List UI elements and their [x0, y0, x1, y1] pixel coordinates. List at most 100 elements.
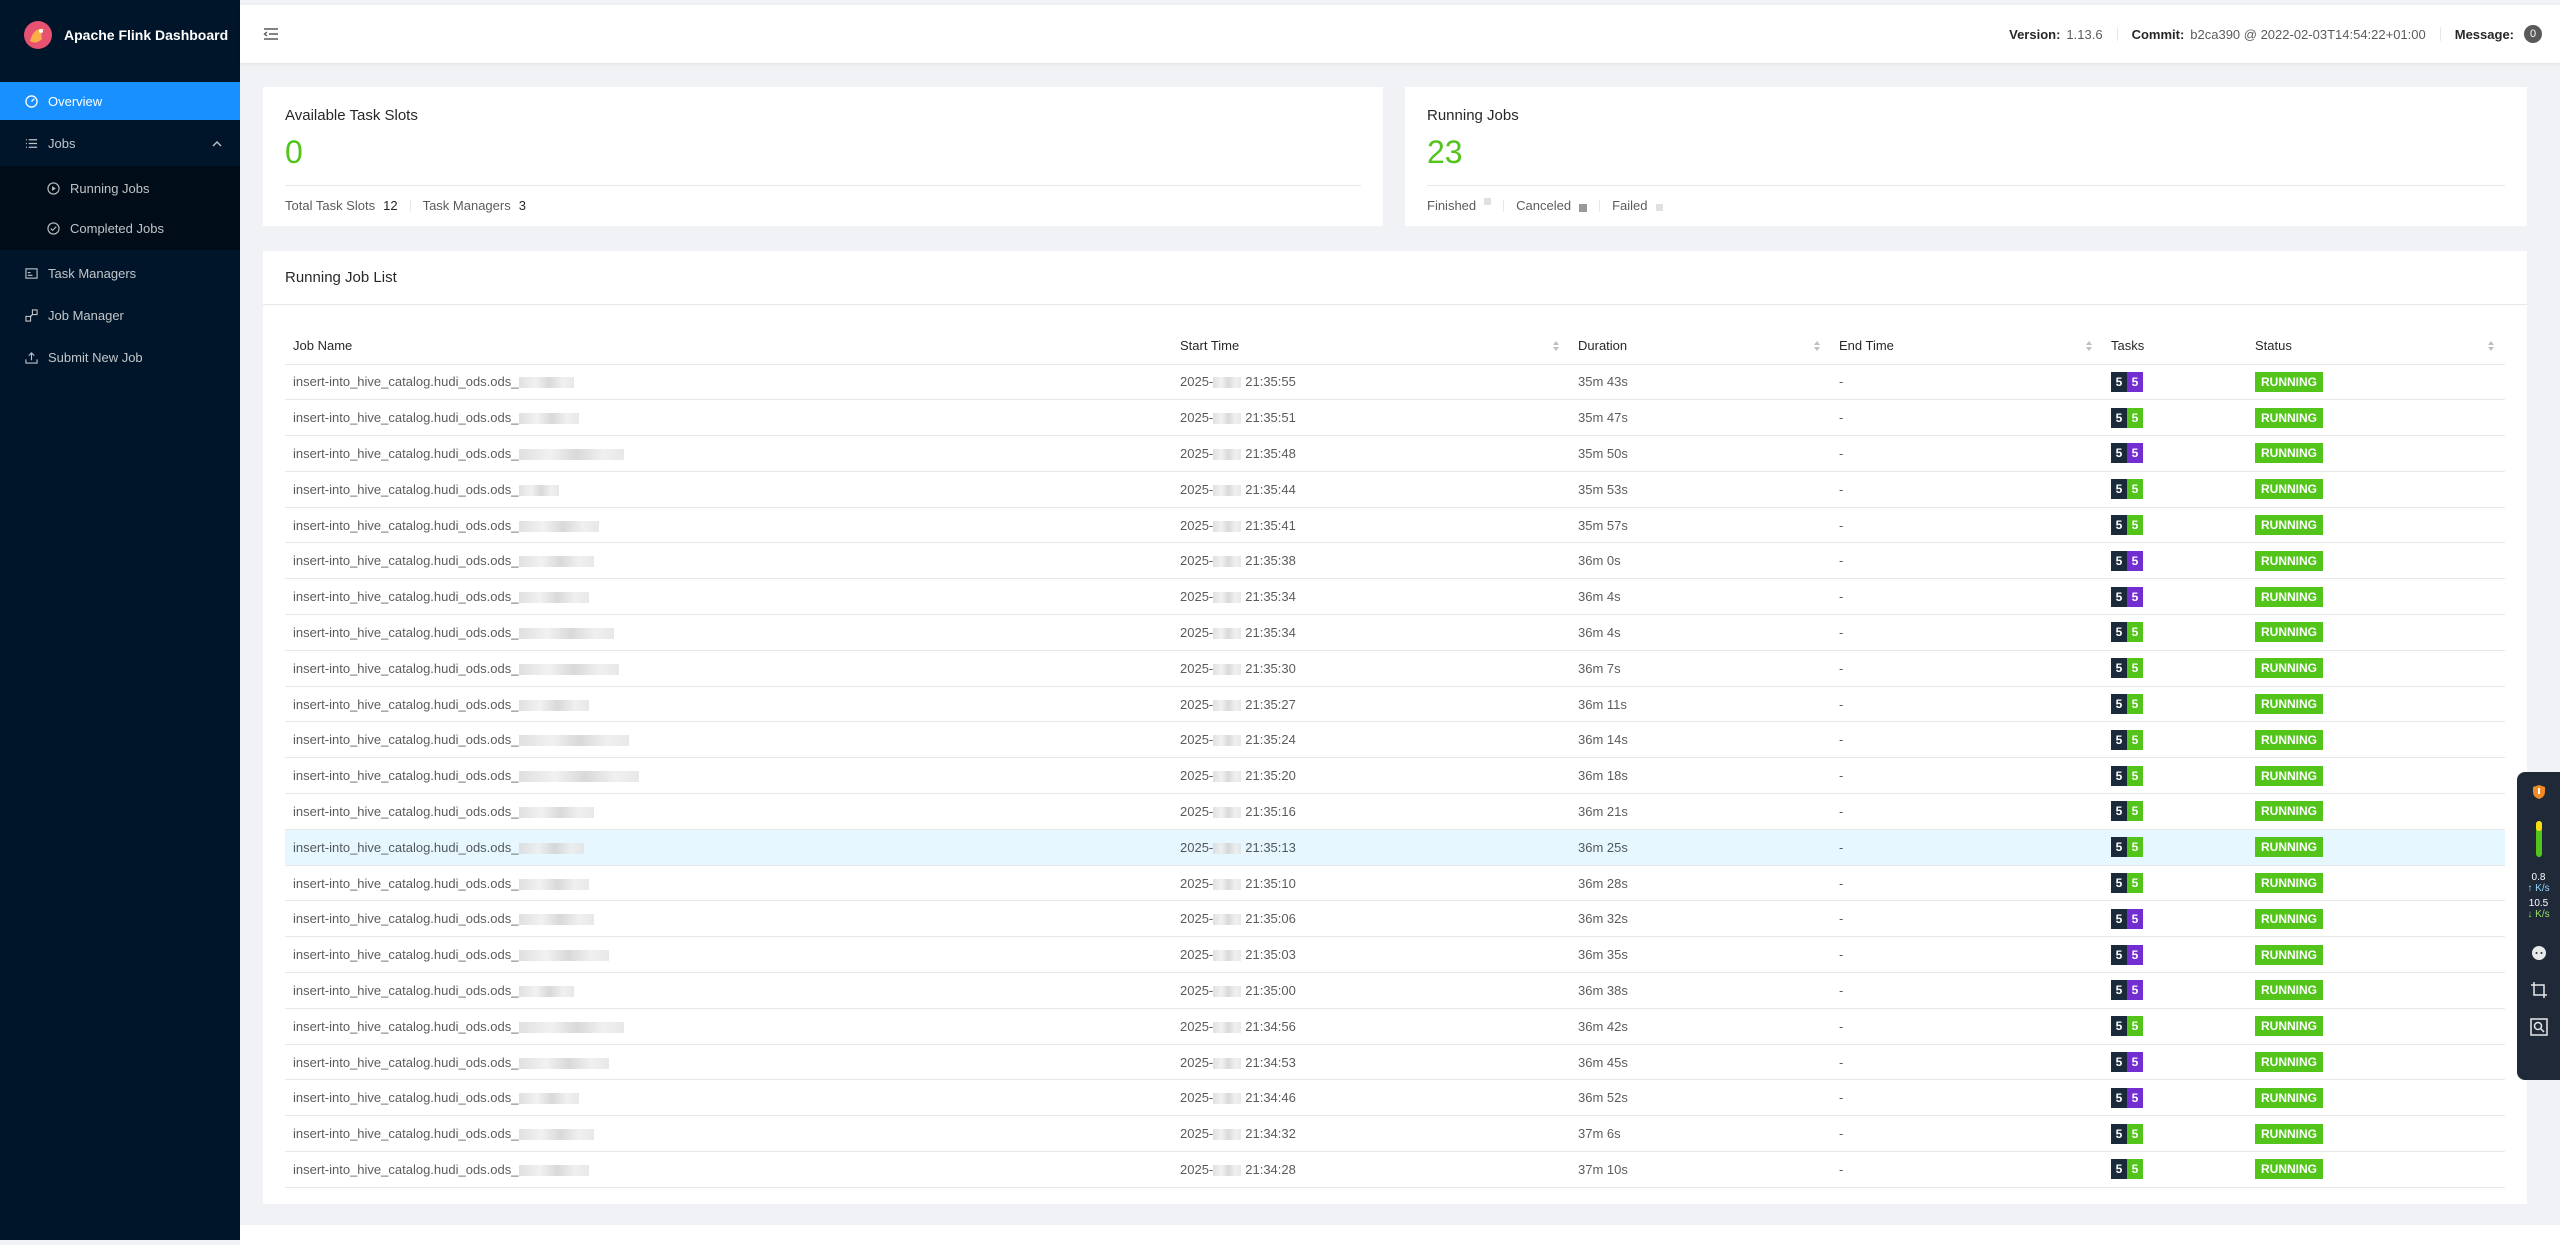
- table-row[interactable]: insert-into_hive_catalog.hudi_ods.ods_ 20…: [285, 435, 2505, 472]
- table-row[interactable]: insert-into_hive_catalog.hudi_ods.ods_ 20…: [285, 686, 2505, 723]
- start-time: 21:35:24: [1245, 732, 1296, 748]
- table-row[interactable]: insert-into_hive_catalog.hudi_ods.ods_ 20…: [285, 793, 2505, 830]
- sidebar-item-task-managers[interactable]: Task Managers: [0, 254, 240, 292]
- redacted-text: [1213, 1164, 1242, 1176]
- task-status-badge: 5: [2127, 1087, 2143, 1108]
- chat-icon[interactable]: [2530, 944, 2548, 965]
- job-name-cell: insert-into_hive_catalog.hudi_ods.ods_: [285, 1151, 1172, 1188]
- col-start-time[interactable]: Start Time: [1172, 328, 1570, 365]
- start-date-prefix: 2025-: [1180, 1126, 1214, 1142]
- table-row[interactable]: insert-into_hive_catalog.hudi_ods.ods_ 20…: [285, 721, 2505, 759]
- table-row[interactable]: insert-into_hive_catalog.hudi_ods.ods_ 20…: [285, 1008, 2505, 1045]
- tasks-cell: 55: [2103, 542, 2247, 580]
- start-time: 21:35:30: [1245, 660, 1296, 676]
- status-cell: RUNNING: [2247, 829, 2505, 866]
- start-time-cell: 2025- 21:35:06: [1172, 900, 1570, 938]
- sidebar-item-completed-jobs[interactable]: Completed Jobs: [0, 208, 240, 248]
- tasks-cell: 55: [2103, 1151, 2247, 1188]
- status-badge: RUNNING: [2255, 837, 2323, 858]
- sort-icon[interactable]: [2487, 340, 2495, 352]
- task-status-badge: 5: [2127, 550, 2143, 571]
- finished-count-indicator: [1484, 198, 1492, 205]
- redacted-text: [1213, 484, 1242, 496]
- task-count-badge: 5: [2111, 1123, 2127, 1144]
- col-duration[interactable]: Duration: [1570, 328, 1831, 365]
- status-cell: RUNNING: [2247, 614, 2505, 651]
- table-row[interactable]: insert-into_hive_catalog.hudi_ods.ods_ 20…: [285, 900, 2505, 938]
- start-time-cell: 2025- 21:35:55: [1172, 364, 1570, 401]
- status-badge: RUNNING: [2255, 1052, 2323, 1073]
- table-row[interactable]: insert-into_hive_catalog.hudi_ods.ods_ 20…: [285, 1044, 2505, 1081]
- status-badge: RUNNING: [2255, 1123, 2323, 1144]
- sidebar-item-label: Task Managers: [48, 265, 137, 281]
- menu-fold-icon[interactable]: [262, 25, 280, 43]
- table-row[interactable]: insert-into_hive_catalog.hudi_ods.ods_ 20…: [285, 507, 2505, 544]
- start-date-prefix: 2025-: [1180, 982, 1214, 998]
- table-row[interactable]: insert-into_hive_catalog.hudi_ods.ods_ 20…: [285, 936, 2505, 974]
- status-badge: RUNNING: [2255, 443, 2323, 464]
- table-row[interactable]: insert-into_hive_catalog.hudi_ods.ods_ 20…: [285, 865, 2505, 902]
- table-row[interactable]: insert-into_hive_catalog.hudi_ods.ods_ 20…: [285, 578, 2505, 616]
- sidebar-item-job-manager[interactable]: Job Manager: [0, 296, 240, 334]
- status-cell: RUNNING: [2247, 721, 2505, 759]
- sort-icon[interactable]: [1552, 340, 1560, 352]
- divider: [1503, 199, 1505, 212]
- col-status[interactable]: Status: [2247, 328, 2505, 365]
- table-row[interactable]: insert-into_hive_catalog.hudi_ods.ods_ 20…: [285, 650, 2505, 687]
- sidebar-item-submit-new-job[interactable]: Submit New Job: [0, 338, 240, 376]
- table-row[interactable]: insert-into_hive_catalog.hudi_ods.ods_ 20…: [285, 1115, 2505, 1153]
- job-name-cell: insert-into_hive_catalog.hudi_ods.ods_: [285, 972, 1172, 1009]
- start-time-cell: 2025- 21:34:53: [1172, 1044, 1570, 1081]
- redacted-text: [1213, 663, 1242, 675]
- sidebar-item-jobs[interactable]: Jobs: [0, 124, 240, 162]
- start-date-prefix: 2025-: [1180, 517, 1214, 533]
- status-badge: RUNNING: [2255, 944, 2323, 965]
- start-time-cell: 2025- 21:35:10: [1172, 865, 1570, 902]
- start-time: 21:35:06: [1245, 911, 1296, 927]
- table-row[interactable]: insert-into_hive_catalog.hudi_ods.ods_ 20…: [285, 757, 2505, 795]
- redacted-text: [518, 449, 624, 461]
- message-label[interactable]: Message:: [2455, 27, 2514, 42]
- redacted-text: [518, 878, 589, 890]
- table-row[interactable]: insert-into_hive_catalog.hudi_ods.ods_ 20…: [285, 364, 2505, 401]
- total-slots-label: Total Task Slots: [285, 198, 376, 213]
- search-image-icon[interactable]: [2529, 1018, 2548, 1039]
- table-row[interactable]: insert-into_hive_catalog.hudi_ods.ods_ 20…: [285, 399, 2505, 437]
- redacted-text: [518, 628, 614, 640]
- redacted-text: [518, 699, 589, 711]
- sort-icon[interactable]: [2085, 340, 2093, 352]
- job-name: insert-into_hive_catalog.hudi_ods.ods_: [293, 696, 519, 712]
- tasks-cell: 55: [2103, 1044, 2247, 1081]
- crop-icon[interactable]: [2530, 981, 2548, 1002]
- status-badge: RUNNING: [2255, 550, 2323, 571]
- table-row[interactable]: insert-into_hive_catalog.hudi_ods.ods_ 20…: [285, 1079, 2505, 1117]
- table-row[interactable]: insert-into_hive_catalog.hudi_ods.ods_ 20…: [285, 829, 2505, 866]
- sidebar-item-overview[interactable]: Overview: [0, 82, 240, 120]
- table-row[interactable]: insert-into_hive_catalog.hudi_ods.ods_ 20…: [285, 972, 2505, 1009]
- start-date-prefix: 2025-: [1180, 947, 1214, 963]
- task-status-badge: 5: [2127, 837, 2143, 858]
- task-status-badge: 5: [2127, 371, 2143, 392]
- start-time-cell: 2025- 21:35:00: [1172, 972, 1570, 1009]
- task-count-badge: 5: [2111, 479, 2127, 500]
- job-name: insert-into_hive_catalog.hudi_ods.ods_: [293, 911, 519, 927]
- task-status-badge: 5: [2127, 1159, 2143, 1180]
- table-row[interactable]: insert-into_hive_catalog.hudi_ods.ods_ 20…: [285, 542, 2505, 580]
- col-end-time[interactable]: End Time: [1831, 328, 2103, 365]
- sort-icon[interactable]: [1813, 340, 1821, 352]
- message-count-badge[interactable]: 0: [2524, 25, 2542, 43]
- task-count-badge: 5: [2111, 765, 2127, 786]
- sidebar-item-running-jobs[interactable]: Running Jobs: [0, 168, 240, 208]
- logo[interactable]: Apache Flink Dashboard: [0, 0, 240, 70]
- end-time-cell: -: [1831, 542, 2103, 580]
- tasks-cell: 55: [2103, 1008, 2247, 1045]
- table-row[interactable]: insert-into_hive_catalog.hudi_ods.ods_ 20…: [285, 614, 2505, 651]
- task-count-badge: 5: [2111, 873, 2127, 894]
- table-row[interactable]: insert-into_hive_catalog.hudi_ods.ods_ 20…: [285, 1151, 2505, 1188]
- start-time-cell: 2025- 21:35:13: [1172, 829, 1570, 866]
- shield-icon[interactable]: [2531, 784, 2547, 803]
- tasks-cell: 55: [2103, 471, 2247, 508]
- download-unit-text: K/s: [2535, 909, 2550, 920]
- sidebar-item-label: Overview: [48, 93, 103, 109]
- table-row[interactable]: insert-into_hive_catalog.hudi_ods.ods_ 20…: [285, 471, 2505, 508]
